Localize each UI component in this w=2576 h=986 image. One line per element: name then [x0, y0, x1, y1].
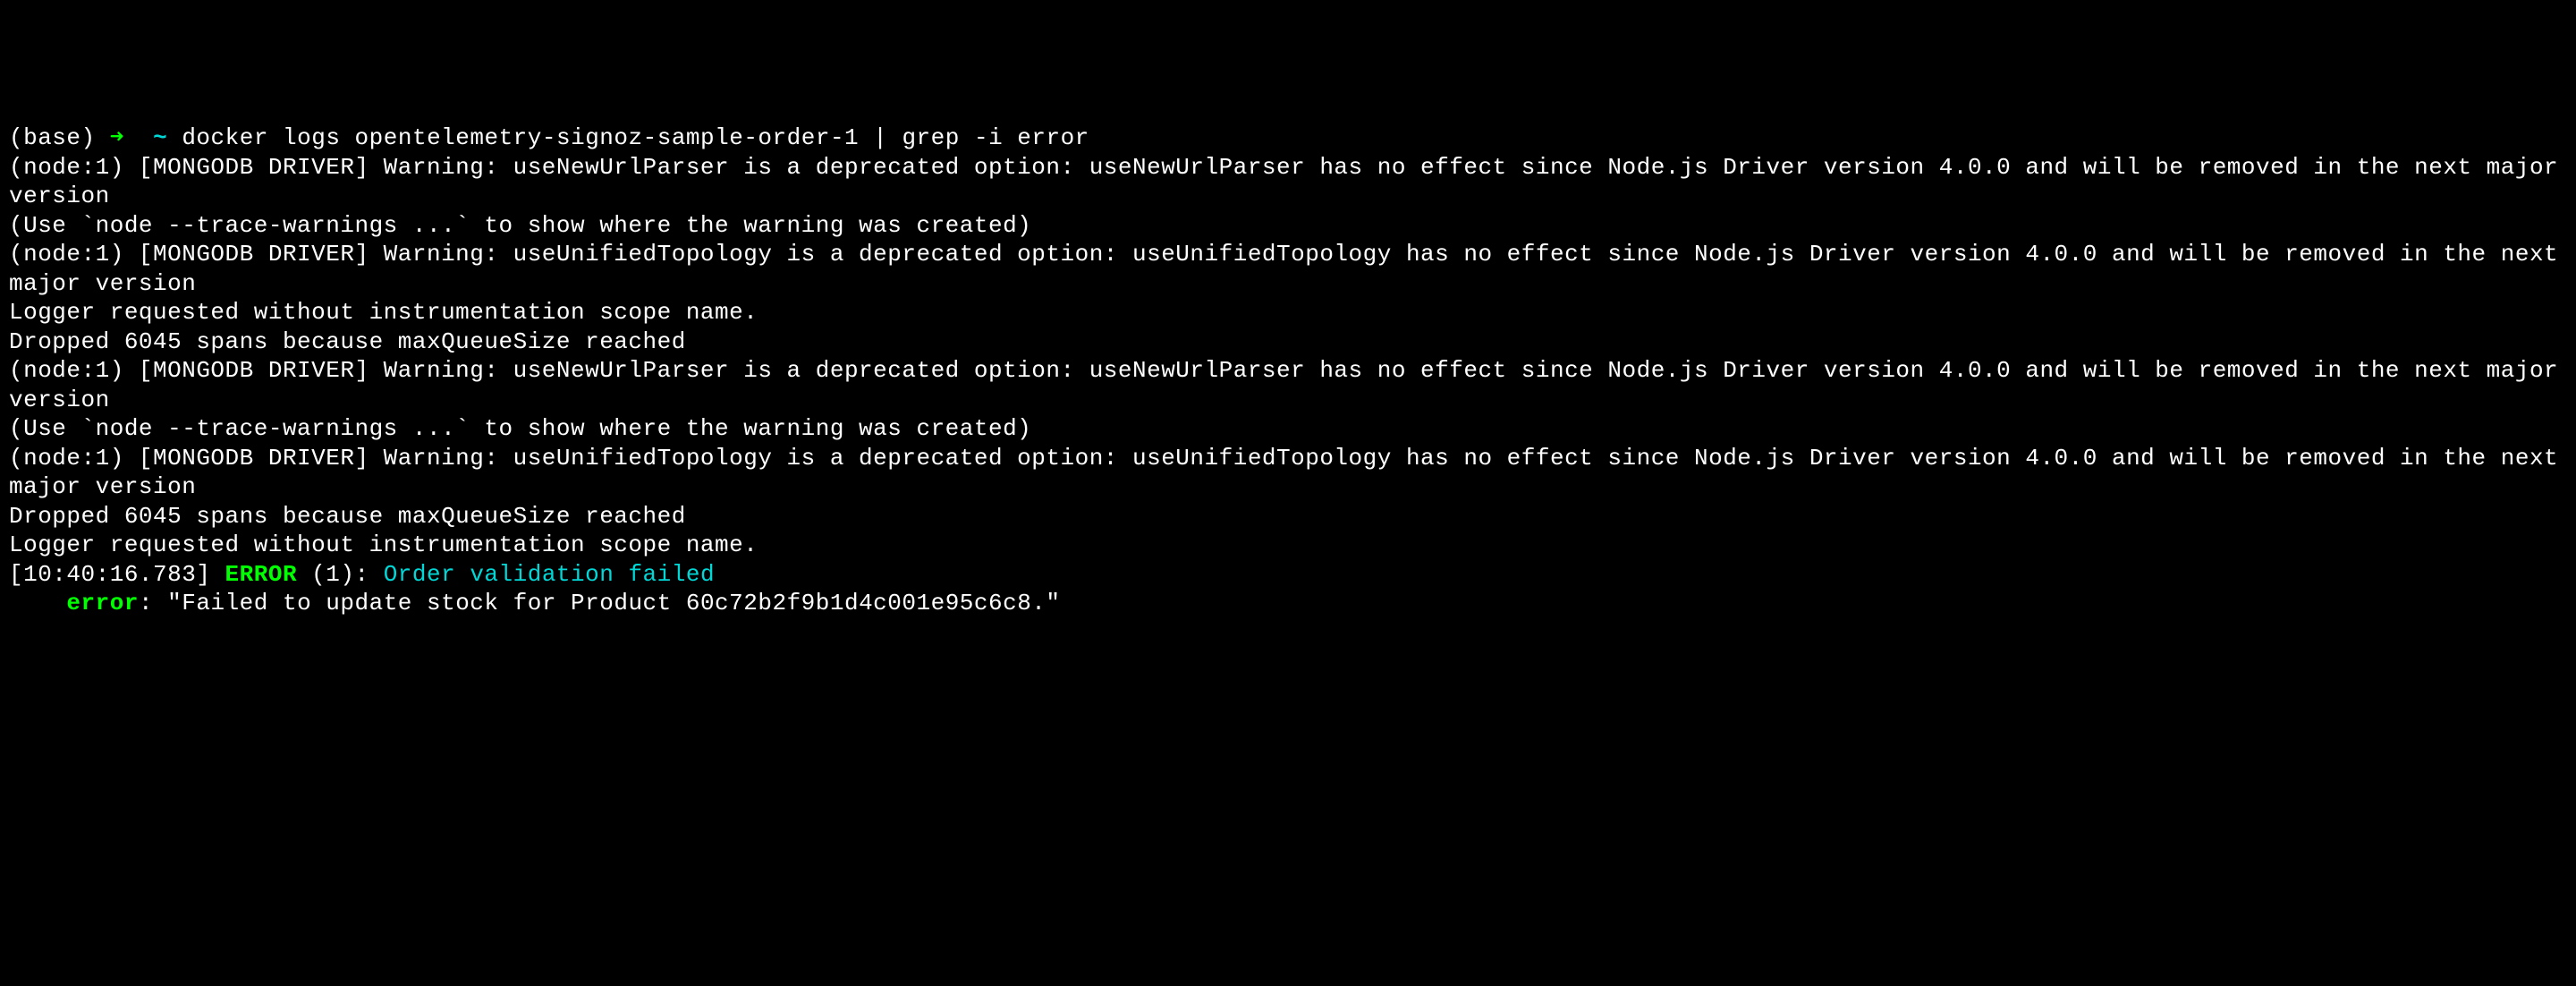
error-key: error [66, 590, 139, 616]
log-line: (node:1) [MONGODB DRIVER] Warning: useUn… [9, 241, 2572, 297]
log-line: (Use `node --trace-warnings ...` to show… [9, 212, 1031, 239]
log-line: Dropped 6045 spans because maxQueueSize … [9, 328, 686, 355]
error-detail-line: error: "Failed to update stock for Produ… [9, 590, 1061, 616]
log-line: (node:1) [MONGODB DRIVER] Warning: useUn… [9, 445, 2572, 501]
log-line: Logger requested without instrumentation… [9, 531, 758, 558]
prompt-line: (base) ➜ ~ docker logs opentelemetry-sig… [9, 124, 1089, 151]
log-line: Dropped 6045 spans because maxQueueSize … [9, 503, 686, 530]
error-value: "Failed to update stock for Product 60c7… [167, 590, 1060, 616]
log-level-error: ERROR [225, 561, 298, 588]
indent [9, 590, 66, 616]
command-text: docker logs opentelemetry-signoz-sample-… [182, 124, 1089, 151]
prompt-arrow-icon: ➜ [110, 124, 124, 151]
log-line: (node:1) [MONGODB DRIVER] Warning: useNe… [9, 154, 2572, 210]
prompt-tilde: ~ [153, 124, 167, 151]
log-pid: (1): [311, 561, 369, 588]
log-line: (node:1) [MONGODB DRIVER] Warning: useNe… [9, 357, 2572, 413]
prompt-env: (base) [9, 124, 96, 151]
log-timestamp: [10:40:16.783] [9, 561, 210, 588]
error-colon: : [139, 590, 167, 616]
log-line: Logger requested without instrumentation… [9, 299, 758, 326]
error-log-line: [10:40:16.783] ERROR (1): Order validati… [9, 561, 715, 588]
terminal-output[interactable]: (base) ➜ ~ docker logs opentelemetry-sig… [9, 123, 2567, 618]
log-line: (Use `node --trace-warnings ...` to show… [9, 415, 1031, 442]
error-message: Order validation failed [384, 561, 715, 588]
